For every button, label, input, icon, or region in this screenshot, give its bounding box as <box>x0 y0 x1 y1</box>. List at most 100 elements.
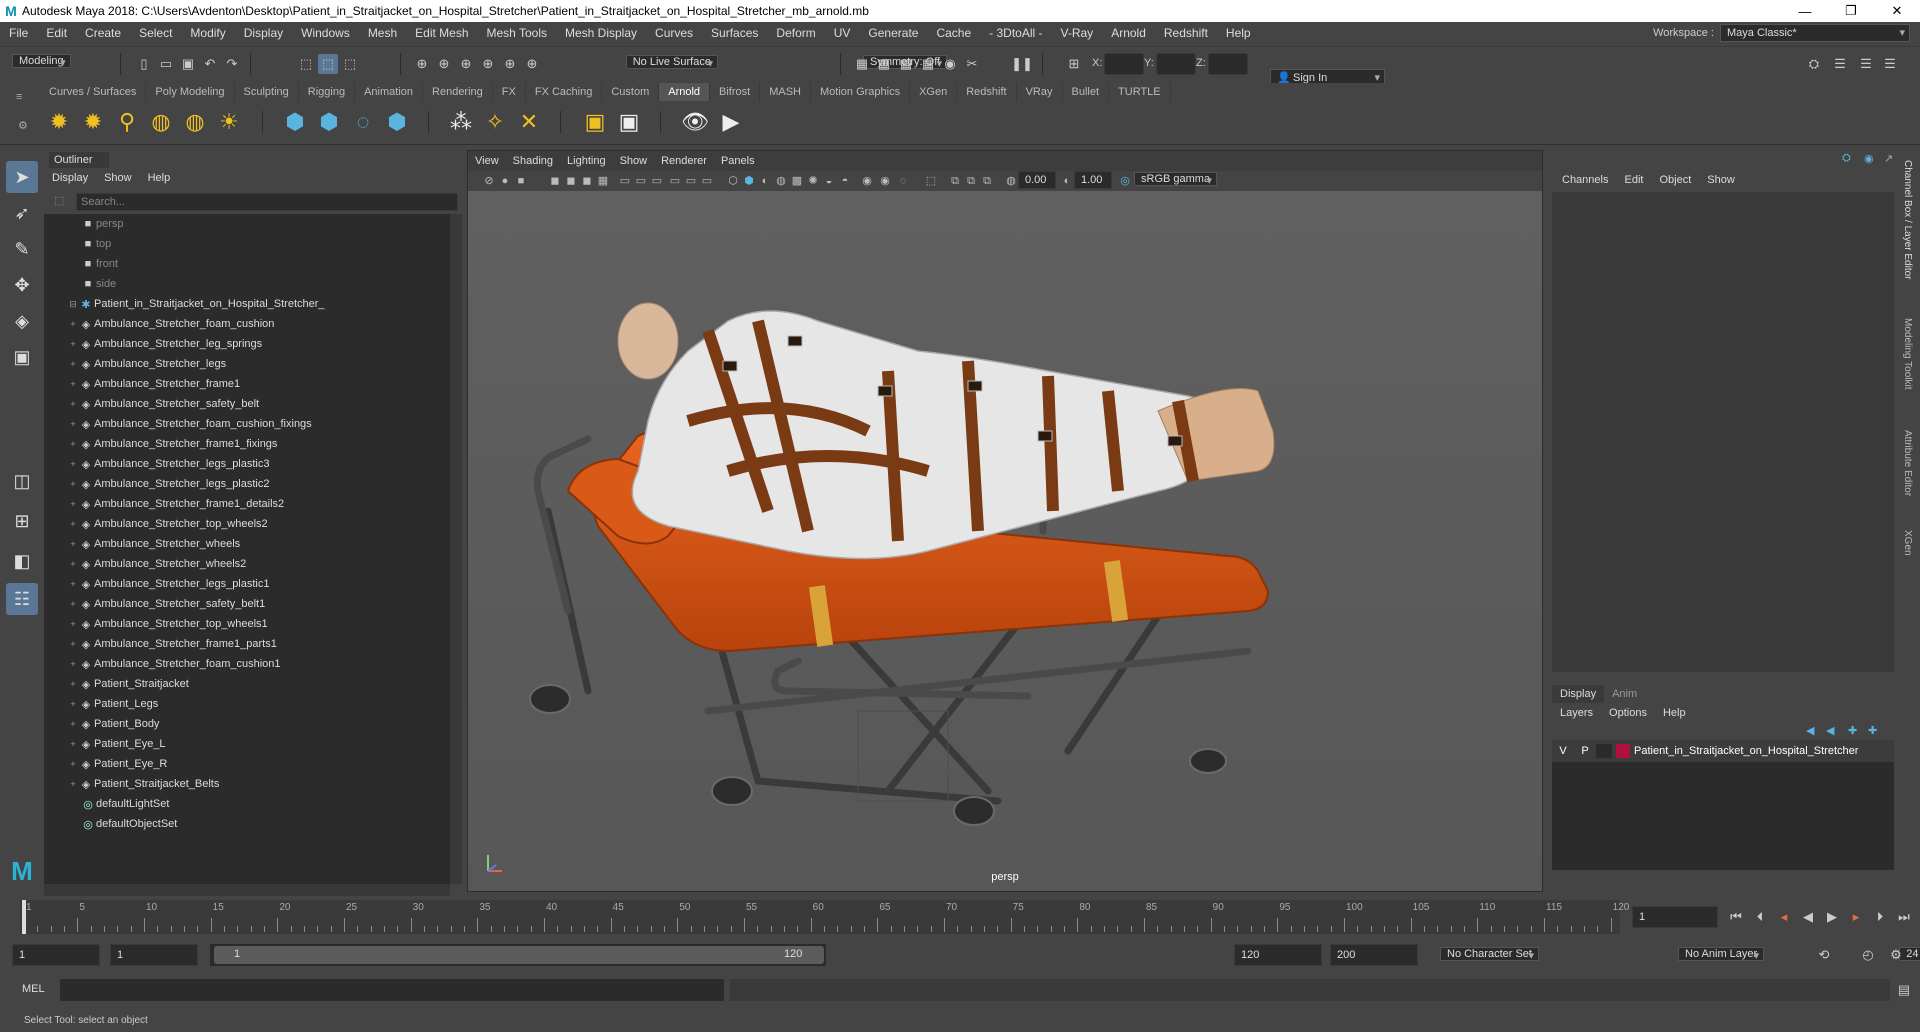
shelf-tab-fx[interactable]: FX <box>493 83 526 101</box>
playback-end-field[interactable]: 120 <box>1234 944 1322 966</box>
menu-windows[interactable]: Windows <box>292 26 359 40</box>
light-manager-icon[interactable]: ▣ <box>580 107 610 137</box>
side-tab-modeling-toolkit[interactable]: Modeling Toolkit <box>1902 318 1913 390</box>
go-to-start-icon[interactable]: ⏮ <box>1726 907 1746 927</box>
tree-item-mesh[interactable]: + ◈ Ambulance_Stretcher_frame1_parts1 <box>44 634 450 654</box>
viewport-menu-panels[interactable]: Panels <box>714 153 762 169</box>
step-back-frame-icon[interactable]: ◂ <box>1774 907 1794 927</box>
channel-box-tool-icon[interactable]: ⛭ <box>1842 152 1851 165</box>
live-surface-dropdown[interactable]: No Live Surface <box>625 55 718 69</box>
xray-joints-icon[interactable]: ◉ <box>878 173 892 189</box>
hypershade-icon[interactable]: ◉ <box>940 54 960 74</box>
expand-icon[interactable]: + <box>68 759 78 769</box>
expand-icon[interactable]: + <box>68 419 78 429</box>
render-frame-icon[interactable]: ▦ <box>874 54 894 74</box>
redo-icon[interactable]: ↷ <box>222 54 242 74</box>
expand-icon[interactable]: + <box>68 559 78 569</box>
view-transform-dropdown[interactable]: sRGB gamma <box>1134 172 1218 186</box>
tree-item-mesh[interactable]: + ◈ Ambulance_Stretcher_foam_cushion <box>44 314 450 334</box>
side-tab-attribute-editor[interactable]: Attribute Editor <box>1902 430 1913 496</box>
save-scene-icon[interactable]: ▣ <box>178 54 198 74</box>
tree-item-mesh[interactable]: + ◈ Ambulance_Stretcher_wheels2 <box>44 554 450 574</box>
export-standin-icon[interactable]: ⬢ <box>382 107 412 137</box>
tree-item-mesh[interactable]: + ◈ Patient_Eye_R <box>44 754 450 774</box>
menu-mesh-tools[interactable]: Mesh Tools <box>478 26 556 40</box>
two-pane-icon[interactable]: ◧ <box>6 545 38 577</box>
layer-color-swatch[interactable] <box>1616 744 1630 758</box>
snap-surface-icon[interactable]: ⊕ <box>500 54 520 74</box>
expand-icon[interactable]: + <box>68 399 78 409</box>
viewport-menu-show[interactable]: Show <box>613 153 655 169</box>
tree-item-set[interactable]: ◎ defaultLightSet <box>44 794 450 814</box>
menu-cache[interactable]: Cache <box>927 26 980 40</box>
outliner-search-input[interactable]: Search... <box>76 193 458 211</box>
menu-uv[interactable]: UV <box>825 26 860 40</box>
tree-item-mesh[interactable]: + ◈ Ambulance_Stretcher_wheels <box>44 534 450 554</box>
range-slider-handle[interactable] <box>214 946 824 964</box>
shelf-tab-curves-surfaces[interactable]: Curves / Surfaces <box>40 83 147 101</box>
image-plane-icon[interactable]: ◼ <box>548 173 562 189</box>
tree-item-mesh[interactable]: + ◈ Ambulance_Stretcher_top_wheels2 <box>44 514 450 534</box>
transform-mode-icon[interactable]: ⊞ <box>1064 54 1084 74</box>
shelf-tab-vray[interactable]: VRay <box>1017 83 1063 101</box>
mel-label[interactable]: MEL <box>22 983 45 995</box>
tree-item-mesh[interactable]: + ◈ Ambulance_Stretcher_frame1_fixings <box>44 434 450 454</box>
lasso-tool-icon[interactable]: ➶ <box>6 197 38 229</box>
color-management-icon[interactable]: ◎ <box>1118 173 1132 189</box>
layer-help-menu[interactable]: Help <box>1655 705 1694 721</box>
tree-item-mesh[interactable]: + ◈ Patient_Body <box>44 714 450 734</box>
shelf-tab-xgen[interactable]: XGen <box>910 83 958 101</box>
tree-item-mesh[interactable]: + ◈ Ambulance_Stretcher_frame1 <box>44 374 450 394</box>
expand-icon[interactable]: + <box>68 719 78 729</box>
four-pane-icon[interactable]: ⊞ <box>6 505 38 537</box>
tree-item-camera[interactable]: ■ side <box>44 274 450 294</box>
tree-item-mesh[interactable]: + ◈ Ambulance_Stretcher_foam_cushion1 <box>44 654 450 674</box>
side-tab-xgen[interactable]: XGen <box>1902 530 1913 556</box>
expand-icon[interactable]: + <box>68 379 78 389</box>
expand-icon[interactable]: + <box>68 479 78 489</box>
twod-pan-icon[interactable]: ◼ <box>564 173 578 189</box>
workspace-dropdown[interactable]: Maya Classic* <box>1720 24 1910 42</box>
anim-layer-dropdown[interactable]: No Anim Layer <box>1678 947 1765 961</box>
new-layer-selected-icon[interactable]: ✚ <box>1848 724 1857 737</box>
physical-sky-icon[interactable]: ☀ <box>214 107 244 137</box>
expand-icon[interactable]: + <box>68 779 78 789</box>
expand-icon[interactable]: + <box>68 579 78 589</box>
expand-icon[interactable]: + <box>68 699 78 709</box>
expand-icon[interactable]: + <box>68 659 78 669</box>
animation-prefs-icon[interactable]: ⚙ <box>1886 945 1906 965</box>
hud-icon[interactable]: ⧉ <box>980 173 994 189</box>
menu-surfaces[interactable]: Surfaces <box>702 26 767 40</box>
anti-aliasing-icon[interactable]: ⧉ <box>948 173 962 189</box>
menu-set-dropdown[interactable]: Modeling <box>12 54 71 68</box>
grease-pencil-icon[interactable]: ◼ <box>580 173 594 189</box>
viewport-canvas[interactable]: persp <box>468 191 1542 891</box>
tool-settings-icon[interactable]: ☰ <box>1856 54 1876 74</box>
outliner-horizontal-scrollbar[interactable] <box>44 884 450 896</box>
menu-edit[interactable]: Edit <box>37 26 76 40</box>
current-time-indicator[interactable] <box>22 900 26 934</box>
tree-item-set[interactable]: ◎ defaultObjectSet <box>44 814 450 834</box>
light-editor-icon[interactable]: ▣ <box>614 107 644 137</box>
attribute-tool-icon[interactable]: ◉ <box>1864 152 1874 165</box>
attribute-editor-icon[interactable]: ☰ <box>1830 54 1850 74</box>
snap-point-icon[interactable]: ⊕ <box>456 54 476 74</box>
film-gate-icon[interactable]: ▭ <box>618 173 632 189</box>
y-field[interactable] <box>1156 53 1196 75</box>
render-settings-icon[interactable]: ▦ <box>918 54 938 74</box>
animation-start-field[interactable]: 1 <box>12 944 100 966</box>
tree-item-mesh[interactable]: + ◈ Ambulance_Stretcher_legs_plastic3 <box>44 454 450 474</box>
menu-3dtoall[interactable]: - 3DtoAll - <box>980 26 1051 40</box>
menu-deform[interactable]: Deform <box>767 26 824 40</box>
tree-item-mesh[interactable]: + ◈ Patient_Straitjacket <box>44 674 450 694</box>
menu-curves[interactable]: Curves <box>646 26 702 40</box>
shelf-tab-custom[interactable]: Custom <box>602 83 660 101</box>
menu-create[interactable]: Create <box>76 26 130 40</box>
tree-item-mesh[interactable]: + ◈ Patient_Legs <box>44 694 450 714</box>
expand-icon[interactable]: + <box>68 539 78 549</box>
expand-icon[interactable]: + <box>68 739 78 749</box>
license-manager-icon[interactable]: ✕ <box>514 107 544 137</box>
shelf-tab-turtle[interactable]: TURTLE <box>1109 83 1171 101</box>
viewport-menu-renderer[interactable]: Renderer <box>654 153 714 169</box>
expand-icon[interactable]: + <box>68 619 78 629</box>
